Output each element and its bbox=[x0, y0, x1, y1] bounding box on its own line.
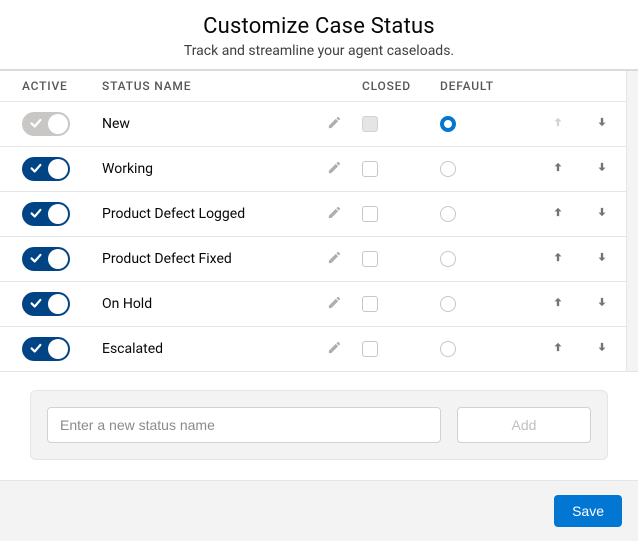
edit-icon[interactable] bbox=[327, 250, 342, 269]
default-radio[interactable] bbox=[440, 161, 456, 177]
check-icon bbox=[29, 341, 39, 351]
new-status-input[interactable] bbox=[47, 407, 441, 443]
check-icon bbox=[29, 161, 39, 171]
status-table: ACTIVE STATUS NAME CLOSED DEFAULT New Wor… bbox=[0, 69, 638, 372]
table-row: Escalated bbox=[0, 326, 638, 371]
status-name-label: Escalated bbox=[102, 341, 306, 357]
scrollbar-track[interactable] bbox=[626, 71, 638, 371]
move-down-icon[interactable] bbox=[595, 340, 609, 358]
check-icon bbox=[29, 296, 39, 306]
status-name-label: On Hold bbox=[102, 296, 306, 312]
page-title: Customize Case Status bbox=[12, 14, 626, 39]
edit-icon[interactable] bbox=[327, 160, 342, 179]
column-header-active: ACTIVE bbox=[22, 79, 102, 93]
check-icon bbox=[29, 116, 39, 126]
default-radio[interactable] bbox=[440, 341, 456, 357]
active-toggle[interactable] bbox=[22, 292, 70, 316]
move-down-icon[interactable] bbox=[595, 115, 609, 133]
add-status-button[interactable]: Add bbox=[457, 407, 591, 443]
move-up-icon[interactable] bbox=[551, 340, 565, 358]
edit-icon[interactable] bbox=[327, 205, 342, 224]
move-up-icon bbox=[551, 115, 565, 133]
move-down-icon[interactable] bbox=[595, 160, 609, 178]
edit-icon[interactable] bbox=[327, 295, 342, 314]
closed-checkbox[interactable] bbox=[362, 206, 378, 222]
move-up-icon[interactable] bbox=[551, 160, 565, 178]
check-icon bbox=[29, 251, 39, 261]
active-toggle[interactable] bbox=[22, 337, 70, 361]
active-toggle[interactable] bbox=[22, 157, 70, 181]
status-name-label: New bbox=[102, 116, 306, 132]
edit-icon[interactable] bbox=[327, 115, 342, 134]
table-row: Product Defect Logged bbox=[0, 191, 638, 236]
page-subtitle: Track and streamline your agent caseload… bbox=[12, 43, 626, 59]
move-up-icon[interactable] bbox=[551, 295, 565, 313]
footer-bar: Save bbox=[0, 480, 638, 541]
closed-checkbox[interactable] bbox=[362, 161, 378, 177]
toggle-knob bbox=[48, 159, 68, 179]
active-toggle[interactable] bbox=[22, 202, 70, 226]
check-icon bbox=[29, 206, 39, 216]
toggle-knob bbox=[48, 114, 68, 134]
toggle-knob bbox=[48, 249, 68, 269]
move-up-icon[interactable] bbox=[551, 250, 565, 268]
status-name-label: Working bbox=[102, 161, 306, 177]
toggle-knob bbox=[48, 339, 68, 359]
page-header: Customize Case Status Track and streamli… bbox=[0, 0, 638, 69]
default-radio[interactable] bbox=[440, 296, 456, 312]
active-toggle[interactable] bbox=[22, 247, 70, 271]
toggle-knob bbox=[48, 204, 68, 224]
move-down-icon[interactable] bbox=[595, 205, 609, 223]
column-header-default: DEFAULT bbox=[440, 79, 536, 93]
status-name-label: Product Defect Fixed bbox=[102, 251, 306, 267]
edit-icon[interactable] bbox=[327, 340, 342, 359]
closed-checkbox[interactable] bbox=[362, 251, 378, 267]
default-radio[interactable] bbox=[440, 251, 456, 267]
toggle-knob bbox=[48, 294, 68, 314]
table-row: Working bbox=[0, 146, 638, 191]
status-name-label: Product Defect Logged bbox=[102, 206, 306, 222]
move-down-icon[interactable] bbox=[595, 295, 609, 313]
column-header-closed: CLOSED bbox=[362, 79, 440, 93]
move-up-icon[interactable] bbox=[551, 205, 565, 223]
table-row: Product Defect Fixed bbox=[0, 236, 638, 281]
add-status-bar: Add bbox=[30, 390, 608, 460]
table-header-row: ACTIVE STATUS NAME CLOSED DEFAULT bbox=[0, 71, 638, 101]
closed-checkbox[interactable] bbox=[362, 341, 378, 357]
table-row: New bbox=[0, 101, 638, 146]
default-radio[interactable] bbox=[440, 206, 456, 222]
closed-checkbox bbox=[362, 116, 378, 132]
active-toggle bbox=[22, 112, 70, 136]
default-radio[interactable] bbox=[440, 116, 456, 132]
column-header-name: STATUS NAME bbox=[102, 79, 306, 93]
move-down-icon[interactable] bbox=[595, 250, 609, 268]
save-button[interactable]: Save bbox=[554, 495, 622, 527]
closed-checkbox[interactable] bbox=[362, 296, 378, 312]
table-row: On Hold bbox=[0, 281, 638, 326]
